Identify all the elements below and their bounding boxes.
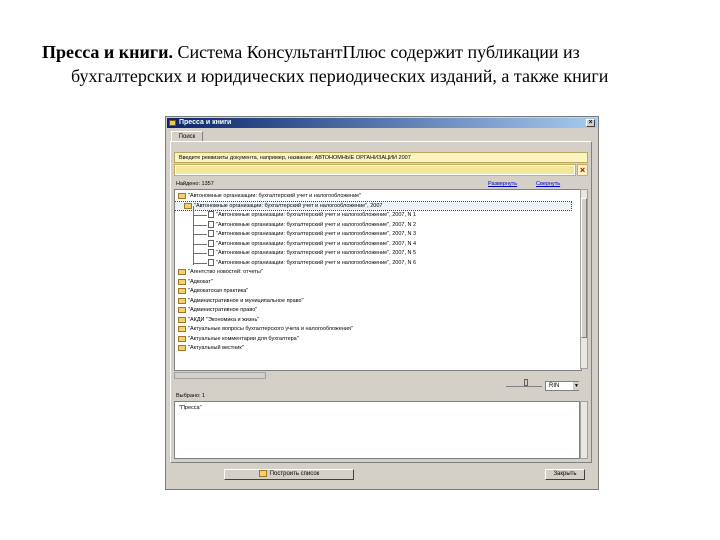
tree-item-label: "Адвокатская практика" (188, 288, 249, 294)
tree-item-label: "Административное и муниципальное право" (188, 297, 304, 304)
tree-connector (193, 243, 207, 245)
found-count: Найдено: 1357 (176, 181, 214, 187)
tree-item-label: "Актуальные комментарии для бухгалтера" (188, 335, 299, 342)
folder-icon (178, 269, 186, 275)
selected-count: Выбрано: 1 (176, 393, 206, 399)
tree-item-label: "Автономные организации: бухгалтерский у… (188, 193, 362, 199)
zoom-slider-knob[interactable] (524, 379, 528, 386)
tree-item-label: "Адвокат" (188, 278, 213, 285)
publications-tree[interactable]: "Автономные организации: бухгалтерский у… (174, 189, 582, 371)
tree-item-label: "Автономные организации: бухгалтерский у… (216, 259, 417, 266)
folder-icon (178, 278, 186, 285)
folder-icon (178, 288, 186, 294)
close-button[interactable]: Закрыть (545, 469, 585, 480)
folder-icon (178, 307, 186, 313)
tree-doc-item[interactable]: "Автономные организации: бухгалтерский у… (175, 239, 535, 248)
selected-list[interactable]: "Пресса" (174, 401, 580, 459)
tree-connector (193, 253, 207, 254)
tree-scrollbar[interactable] (580, 189, 588, 369)
document-icon (208, 239, 214, 247)
tree-folder-item[interactable]: "Адвокатская практика" (175, 287, 571, 295)
tree-folder-item[interactable]: "Адвокат" (175, 278, 571, 286)
tree-hscrollbar[interactable] (174, 372, 266, 379)
chevron-down-icon[interactable]: ▼ (573, 382, 580, 390)
clear-query-icon[interactable]: × (577, 164, 588, 176)
folder-icon (178, 193, 186, 199)
tree-folder-item[interactable]: "Актуальный вестник" (175, 344, 571, 352)
tree-connector (193, 262, 207, 264)
tree-doc-item[interactable]: "Автономные организации: бухгалтерский у… (175, 249, 535, 257)
expand-link[interactable]: Развернуть (488, 181, 517, 187)
folder-icon (178, 326, 186, 332)
tree-item-label: "Актуальные вопросы бухгалтерского учета… (188, 326, 353, 332)
tree-folder-item[interactable]: "Автономные организации: бухгалтерский у… (175, 200, 572, 211)
document-icon (208, 230, 214, 237)
tree-doc-item[interactable]: "Автономные организации: бухгалтерский у… (175, 211, 535, 219)
document-icon (208, 258, 214, 266)
zoom-slider[interactable] (506, 379, 542, 387)
tree-connector (193, 215, 207, 216)
tree-scroll-thumb[interactable] (581, 198, 587, 338)
list-icon (258, 470, 267, 477)
close-icon[interactable]: × (586, 119, 595, 127)
app-icon (169, 120, 176, 126)
tree-item-label: "Актуальный вестник" (188, 345, 244, 351)
query-input[interactable] (174, 164, 576, 176)
tree-connector (193, 234, 207, 235)
tree-item-label: "АКДИ "Экономика и жизнь" (188, 316, 260, 323)
folder-icon (178, 335, 186, 342)
tree-folder-item[interactable]: "Автономные организации: бухгалтерский у… (175, 192, 571, 200)
caption-title: Пресса и книги. (42, 42, 173, 62)
tree-item-label: "Автономные организации: бухгалтерский у… (194, 202, 383, 209)
tree-connector (193, 224, 207, 226)
tree-folder-item[interactable]: "Актуальные вопросы бухгалтерского учета… (175, 325, 571, 333)
slide-caption: Пресса и книги. Система КонсультантПлюс … (42, 40, 702, 88)
tree-item-label: "Автономные организации: бухгалтерский у… (216, 240, 417, 247)
tree-doc-item[interactable]: "Автономные организации: бухгалтерский у… (175, 220, 535, 229)
tree-folder-item[interactable]: "Административное и муниципальное право" (175, 297, 571, 305)
tree-folder-item[interactable]: "Административное право" (175, 306, 571, 314)
tree-connector (193, 206, 194, 265)
tree-doc-item[interactable]: "Автономные организации: бухгалтерский у… (175, 258, 535, 267)
tree-item-label: "Административное право" (188, 307, 258, 313)
tree-doc-item[interactable]: "Автономные организации: бухгалтерский у… (175, 230, 535, 238)
build-list-button[interactable]: Построить список (224, 469, 354, 480)
document-icon (208, 249, 214, 256)
tree-item-label: "Автономные организации: бухгалтерский у… (216, 212, 417, 218)
caption-line-2: бухгалтерских и юридических периодически… (71, 66, 609, 86)
request-hint: Введите реквизиты документа, например, н… (174, 152, 588, 163)
press-and-books-window: Пресса и книги × Поиск Введите реквизиты… (165, 116, 599, 490)
selected-item[interactable]: "Пресса" (179, 405, 202, 411)
folder-icon (178, 297, 186, 304)
tree-item-label: "Агентство новостей: отчеты" (188, 269, 263, 275)
caption-line-1: Система КонсультантПлюс содержит публика… (172, 42, 580, 62)
folder-icon (184, 202, 192, 209)
collapse-link[interactable]: Свернуть (536, 181, 560, 187)
build-list-label: Построить список (269, 471, 320, 478)
window-titlebar[interactable]: Пресса и книги × (167, 118, 597, 128)
tree-item-label: "Автономные организации: бухгалтерский у… (216, 221, 417, 228)
tree-item-label: "Автономные организации: бухгалтерский у… (216, 231, 417, 237)
folder-icon (178, 345, 186, 351)
window-title: Пресса и книги (179, 119, 232, 126)
document-icon (208, 211, 214, 218)
tree-folder-item[interactable]: "Актуальные комментарии для бухгалтера" (175, 335, 571, 343)
tree-folder-item[interactable]: "Агентство новостей: отчеты" (175, 268, 571, 276)
document-icon (208, 220, 214, 228)
tree-item-label: "Автономные организации: бухгалтерский у… (216, 250, 417, 256)
tree-folder-item[interactable]: "АКДИ "Экономика и жизнь" (175, 316, 571, 324)
selected-scrollbar[interactable] (580, 401, 588, 459)
folder-icon (178, 316, 186, 323)
